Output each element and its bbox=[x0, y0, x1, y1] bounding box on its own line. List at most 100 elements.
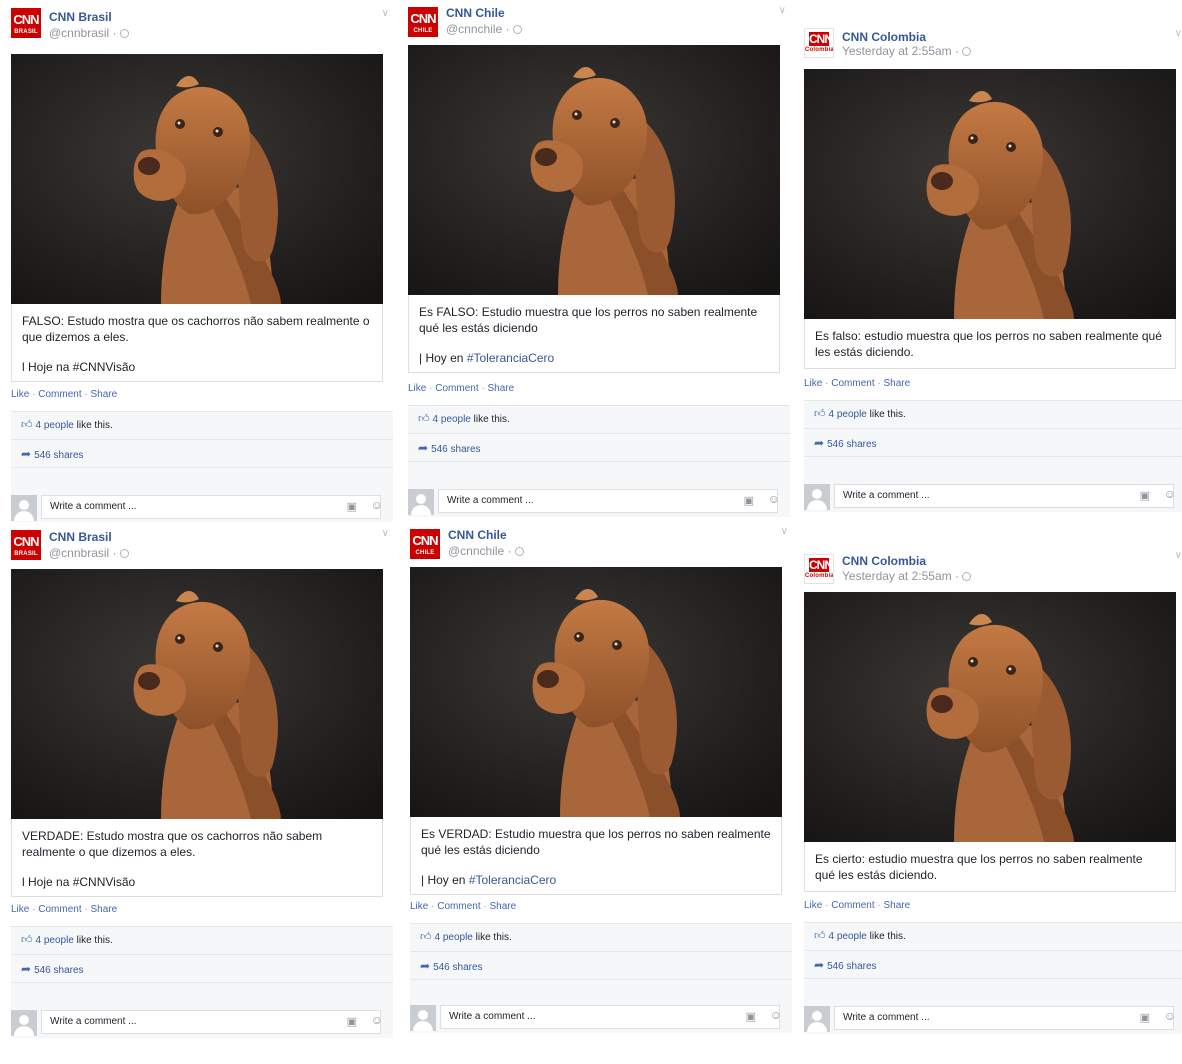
page-name[interactable]: CNN Chile bbox=[448, 528, 507, 542]
comment-link[interactable]: Comment bbox=[38, 389, 81, 400]
page-name[interactable]: CNN Chile bbox=[446, 6, 505, 20]
likes-link[interactable]: 4 people bbox=[829, 409, 867, 420]
smiley-icon[interactable]: ☺ bbox=[1164, 487, 1176, 501]
post-photo[interactable] bbox=[11, 569, 383, 819]
shares-count[interactable]: 546 shares bbox=[827, 439, 876, 450]
page-name[interactable]: CNN Brasil bbox=[49, 530, 112, 544]
page-logo[interactable]: CNN Colombia bbox=[804, 554, 834, 584]
logo-subtext: CHILE bbox=[413, 28, 433, 34]
chevron-down-icon[interactable]: ∨ bbox=[1175, 550, 1182, 561]
smiley-icon[interactable]: ☺ bbox=[371, 1013, 383, 1027]
like-link[interactable]: Like bbox=[11, 389, 29, 400]
camera-icon[interactable]: ▣ bbox=[347, 500, 357, 513]
shares-count[interactable]: 546 shares bbox=[34, 965, 83, 976]
like-link[interactable]: Like bbox=[11, 904, 29, 915]
smiley-icon[interactable]: ☺ bbox=[1164, 1009, 1176, 1023]
share-link[interactable]: Share bbox=[488, 383, 515, 394]
like-link[interactable]: Like bbox=[408, 383, 426, 394]
comment-input[interactable]: Write a comment ... bbox=[41, 495, 381, 519]
separator: · bbox=[426, 383, 436, 394]
smiley-icon[interactable]: ☺ bbox=[770, 1008, 782, 1022]
page-name[interactable]: CNN Brasil bbox=[49, 10, 112, 24]
likes-text: like this. bbox=[866, 931, 906, 942]
share-arrow-icon: ➦ bbox=[418, 441, 429, 455]
hashtag[interactable]: #CNNVisão bbox=[73, 875, 135, 889]
comment-link[interactable]: Comment bbox=[38, 904, 81, 915]
post-actions: Like · Comment · Share bbox=[804, 378, 910, 389]
likes-text: like this. bbox=[470, 414, 510, 425]
shares-count[interactable]: 546 shares bbox=[34, 450, 83, 461]
like-link[interactable]: Like bbox=[804, 378, 822, 389]
post-photo[interactable] bbox=[11, 54, 383, 304]
likes-link[interactable]: 4 people bbox=[36, 935, 74, 946]
comment-input[interactable]: Write a comment ... bbox=[41, 1010, 381, 1034]
post-meta-text: @cnnchile · bbox=[446, 22, 510, 36]
likes-link[interactable]: 4 people bbox=[36, 420, 74, 431]
shares-count[interactable]: 546 shares bbox=[827, 961, 876, 972]
likes-link[interactable]: 4 people bbox=[435, 932, 473, 943]
post-header: CNN BRASIL CNN Brasil @cnnbrasil · ∨ bbox=[11, 526, 397, 569]
post-meta: @cnnchile · bbox=[446, 22, 522, 36]
chevron-down-icon[interactable]: ∨ bbox=[382, 528, 389, 539]
page-logo[interactable]: CNN CHILE bbox=[408, 7, 438, 37]
comment-link[interactable]: Comment bbox=[435, 383, 478, 394]
chevron-down-icon[interactable]: ∨ bbox=[382, 8, 389, 19]
caption-prefix: | Hoy en bbox=[419, 351, 467, 365]
post-photo[interactable] bbox=[804, 69, 1176, 319]
share-link[interactable]: Share bbox=[490, 901, 517, 912]
post-photo[interactable] bbox=[408, 45, 780, 295]
shares-count[interactable]: 546 shares bbox=[433, 962, 482, 973]
post-meta-text: Yesterday at 2:55am · bbox=[842, 569, 959, 583]
comment-input[interactable]: Write a comment ... bbox=[834, 484, 1174, 508]
post-card: CNN BRASIL CNN Brasil @cnnbrasil · ∨ bbox=[11, 6, 397, 522]
thumbs-up-icon: 👍︎ bbox=[21, 419, 33, 431]
page-name[interactable]: CNN Colombia bbox=[842, 554, 926, 568]
camera-icon[interactable]: ▣ bbox=[1140, 489, 1150, 502]
camera-icon[interactable]: ▣ bbox=[744, 494, 754, 507]
hashtag[interactable]: #CNNVisão bbox=[73, 360, 135, 374]
post-card: CNN Colombia CNN Colombia Yesterday at 2… bbox=[804, 548, 1182, 1064]
share-link[interactable]: Share bbox=[91, 904, 118, 915]
share-link[interactable]: Share bbox=[91, 389, 118, 400]
comment-input[interactable]: Write a comment ... bbox=[438, 489, 778, 513]
post-photo[interactable] bbox=[804, 592, 1176, 842]
comment-link[interactable]: Comment bbox=[831, 900, 874, 911]
like-link[interactable]: Like bbox=[410, 901, 428, 912]
smiley-icon[interactable]: ☺ bbox=[371, 498, 383, 512]
logo-subtext: BRASIL bbox=[14, 551, 38, 557]
chevron-down-icon[interactable]: ∨ bbox=[779, 5, 786, 16]
likes-link[interactable]: 4 people bbox=[433, 414, 471, 425]
smiley-icon[interactable]: ☺ bbox=[768, 492, 780, 506]
page-logo[interactable]: CNN BRASIL bbox=[11, 8, 41, 38]
hashtag[interactable]: #ToleranciaCero bbox=[467, 351, 554, 365]
shares-count[interactable]: 546 shares bbox=[431, 444, 480, 455]
hashtag[interactable]: #ToleranciaCero bbox=[469, 873, 556, 887]
like-link[interactable]: Like bbox=[804, 900, 822, 911]
comment-link[interactable]: Comment bbox=[437, 901, 480, 912]
post-caption: Es falso: estudio muestra que los perros… bbox=[804, 319, 1176, 369]
post-header: CNN BRASIL CNN Brasil @cnnbrasil · ∨ bbox=[11, 6, 397, 54]
page-name[interactable]: CNN Colombia bbox=[842, 30, 926, 44]
post-meta-text: @cnnbrasil · bbox=[49, 26, 117, 40]
likes-link[interactable]: 4 people bbox=[829, 931, 867, 942]
likes-text: like this. bbox=[472, 932, 512, 943]
chevron-down-icon[interactable]: ∨ bbox=[1175, 28, 1182, 39]
share-link[interactable]: Share bbox=[884, 900, 911, 911]
share-link[interactable]: Share bbox=[884, 378, 911, 389]
page-logo[interactable]: CNN CHILE bbox=[410, 529, 440, 559]
post-meta: @cnnchile · bbox=[448, 544, 524, 558]
caption-line2: l Hoje na #CNNVisão bbox=[22, 359, 372, 375]
page-logo[interactable]: CNN BRASIL bbox=[11, 530, 41, 560]
page-logo[interactable]: CNN Colombia bbox=[804, 28, 834, 58]
camera-icon[interactable]: ▣ bbox=[347, 1015, 357, 1028]
camera-icon[interactable]: ▣ bbox=[746, 1010, 756, 1023]
post-photo[interactable] bbox=[410, 567, 782, 817]
camera-icon[interactable]: ▣ bbox=[1140, 1011, 1150, 1024]
comment-input[interactable]: Write a comment ... bbox=[440, 1005, 780, 1029]
comment-link[interactable]: Comment bbox=[831, 378, 874, 389]
separator: · bbox=[81, 904, 91, 915]
likes-bar: 👍︎ 4 people like this. bbox=[804, 922, 1182, 951]
chevron-down-icon[interactable]: ∨ bbox=[781, 526, 788, 537]
comment-input[interactable]: Write a comment ... bbox=[834, 1006, 1174, 1030]
avatar-icon bbox=[11, 1010, 37, 1036]
